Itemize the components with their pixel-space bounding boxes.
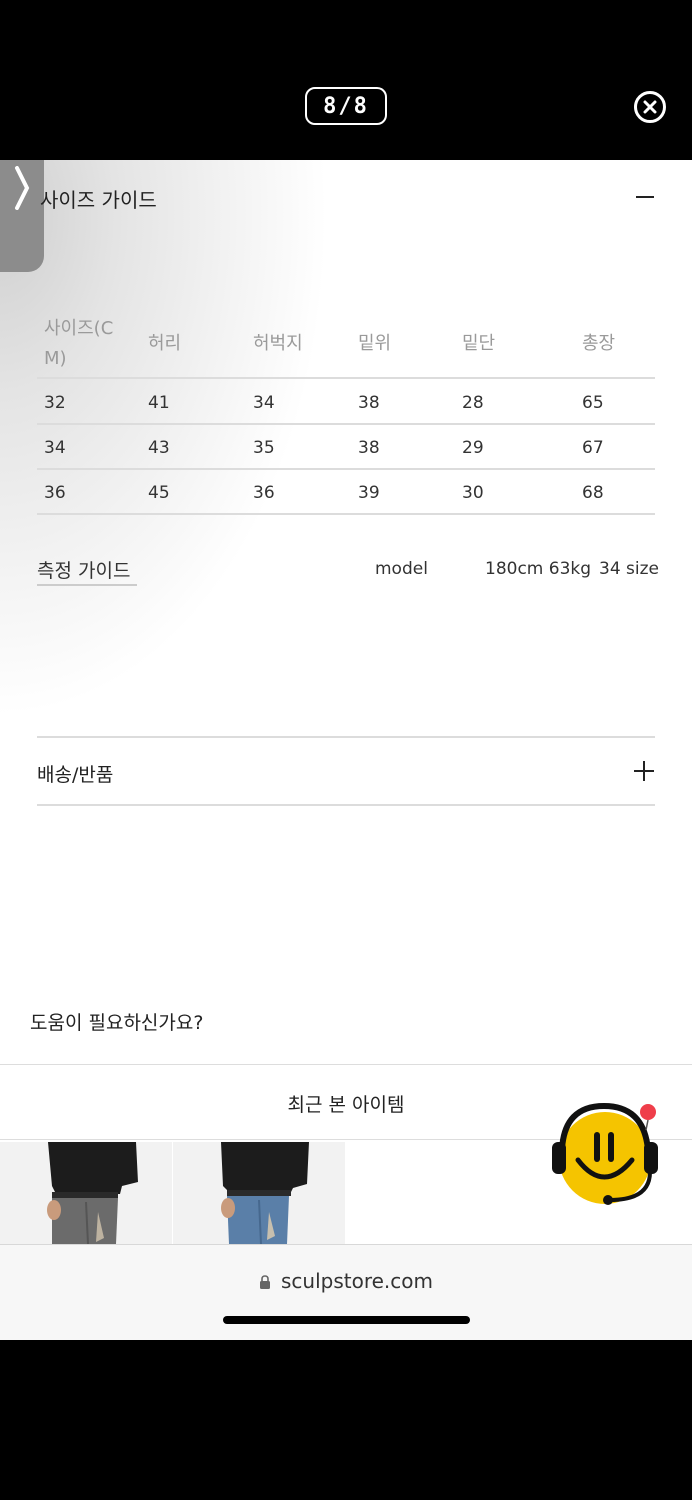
table-cell: 41 (148, 393, 170, 413)
table-cell: 35 (253, 438, 275, 458)
bottom-letterbox (0, 1340, 692, 1500)
thigh-header: 허벅지 (253, 333, 303, 354)
measure-guide-link[interactable]: 측정 가이드 (37, 556, 130, 583)
table-divider (37, 377, 655, 379)
help-link[interactable]: 도움이 필요하신가요? (30, 1008, 203, 1035)
table-divider (37, 423, 655, 425)
table-cell: 32 (44, 393, 66, 413)
table-divider (37, 468, 655, 470)
product-photo-grey-jeans (0, 1142, 172, 1244)
recent-item-thumbnail[interactable] (0, 1142, 172, 1244)
table-cell: 68 (582, 483, 604, 503)
rise-header: 밑위 (358, 333, 392, 354)
url-text: sculpstore.com (280, 1269, 433, 1293)
size-guide-title[interactable]: 사이즈 가이드 (40, 184, 157, 213)
table-cell: 38 (358, 393, 380, 413)
shipping-returns-title[interactable]: 배송/반품 (37, 760, 113, 787)
table-cell: 36 (253, 483, 275, 503)
table-cell: 28 (462, 393, 484, 413)
lock-icon (259, 1275, 270, 1289)
table-cell: 34 (253, 393, 275, 413)
browser-url-bar[interactable]: sculpstore.com (0, 1244, 692, 1340)
model-size: 34 size (599, 559, 659, 579)
plus-icon[interactable] (634, 761, 654, 781)
section-divider (37, 804, 655, 806)
page-counter: 8/8 (305, 87, 387, 125)
length-header: 총장 (582, 333, 616, 354)
measure-guide-underline (37, 584, 137, 586)
close-circle-icon (643, 100, 657, 114)
product-detail-content: 사이즈 가이드 사이즈(CM) 허리 허벅지 밑위 밑단 총장 32 41 34… (0, 160, 692, 1340)
section-divider (37, 736, 655, 738)
table-divider (37, 513, 655, 515)
table-cell: 45 (148, 483, 170, 503)
size-header: 사이즈(CM) (44, 318, 114, 369)
model-body: 180cm 63kg (485, 559, 592, 579)
table-cell: 30 (462, 483, 484, 503)
table-cell: 34 (44, 438, 66, 458)
home-indicator (223, 1316, 470, 1324)
table-cell: 29 (462, 438, 484, 458)
waist-header: 허리 (148, 333, 182, 354)
chevron-right-icon (15, 166, 30, 210)
recent-item-thumbnail[interactable] (173, 1142, 345, 1244)
hem-header: 밑단 (462, 333, 496, 354)
table-cell: 43 (148, 438, 170, 458)
smiley-headset-icon (552, 1102, 658, 1205)
chatbot-button[interactable] (550, 1100, 662, 1212)
table-cell: 36 (44, 483, 66, 503)
previous-image-tab[interactable] (0, 160, 44, 272)
model-label: model (375, 559, 428, 579)
table-cell: 38 (358, 438, 380, 458)
table-cell: 67 (582, 438, 604, 458)
url-display[interactable]: sculpstore.com (0, 1269, 692, 1293)
product-photo-blue-jeans (173, 1142, 345, 1244)
section-divider (0, 1064, 692, 1065)
table-cell: 65 (582, 393, 604, 413)
table-cell: 39 (358, 483, 380, 503)
viewer-top-bar: 8/8 (0, 0, 692, 160)
close-button[interactable] (634, 91, 666, 123)
minus-icon[interactable] (636, 196, 654, 198)
